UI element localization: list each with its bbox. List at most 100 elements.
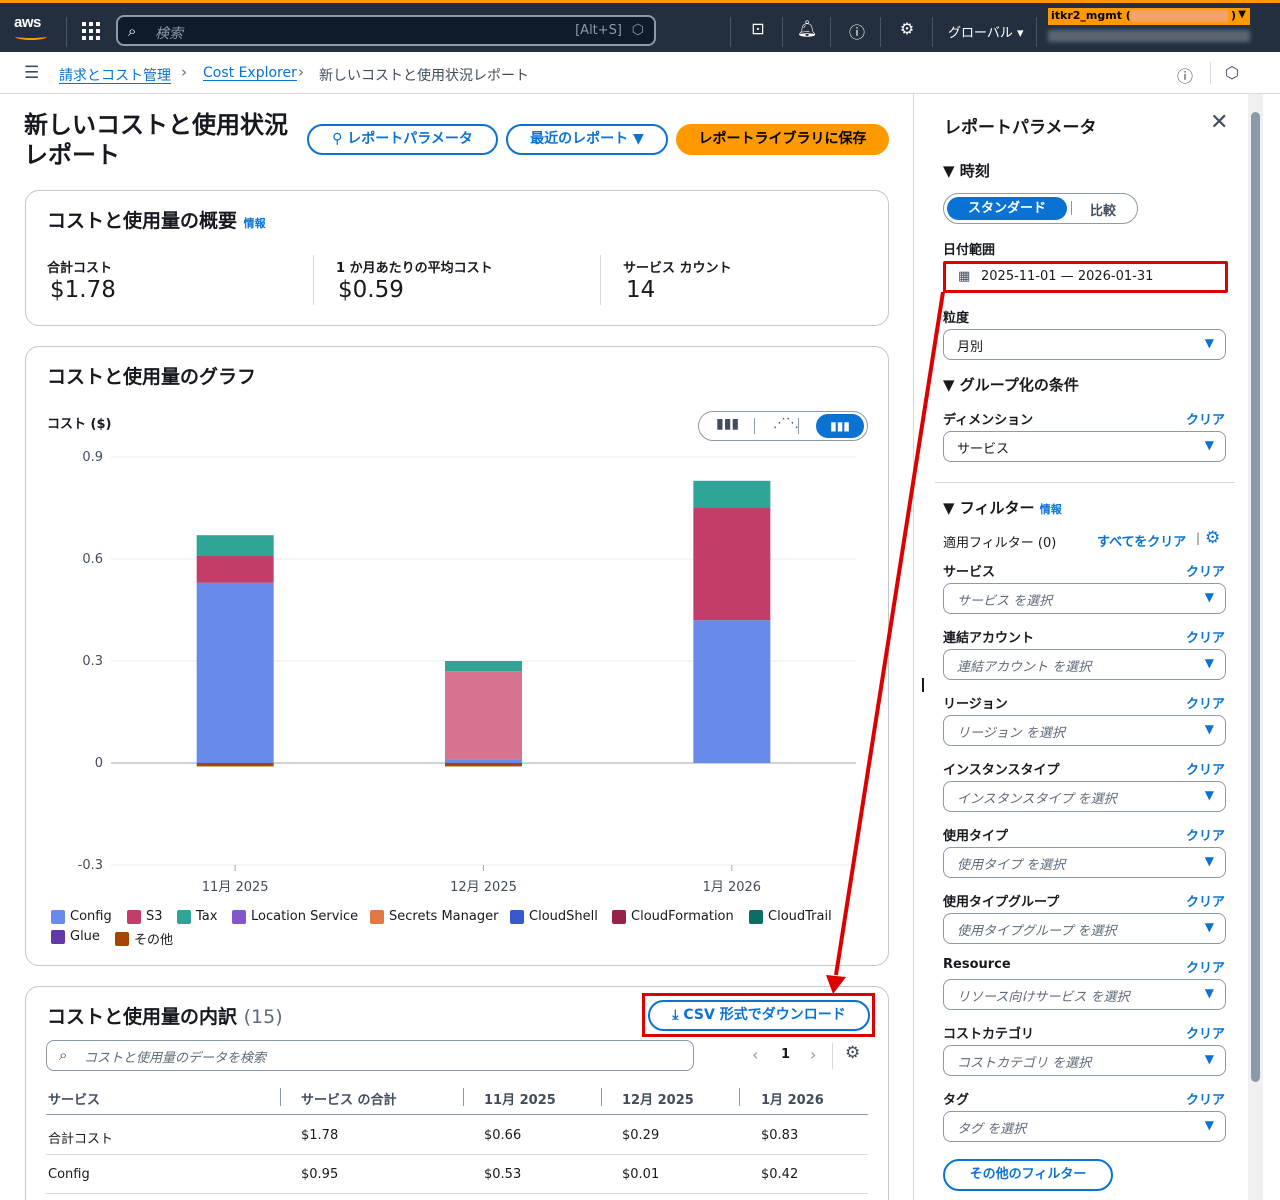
gear-icon[interactable]: ⚙ (896, 19, 918, 38)
dimension-clear-link[interactable]: クリア (1186, 409, 1225, 428)
gear-icon[interactable]: ⚙ (1205, 528, 1220, 548)
region-label: グローバル (948, 26, 1013, 41)
y-tick-label: 0.3 (82, 654, 103, 669)
filter-clear-link[interactable]: クリア (1186, 759, 1225, 778)
hamburger-menu-icon[interactable]: ☰ (24, 63, 39, 83)
granularity-select[interactable]: 月別 ▼ (943, 329, 1226, 360)
aws-logo[interactable]: aws (14, 14, 41, 31)
legend-swatch (370, 909, 384, 924)
bar-segment[interactable] (196, 555, 274, 583)
account-menu[interactable]: itkr2_mgmt ( ) ▼ (1048, 8, 1250, 25)
graph-title: コストと使用量のグラフ (47, 366, 257, 388)
legend-item[interactable]: Config (51, 909, 112, 924)
legend-item[interactable]: CloudTrail (749, 909, 832, 924)
close-icon[interactable]: ✕ (1210, 110, 1228, 135)
legend-item[interactable]: CloudShell (510, 909, 598, 924)
filter-select[interactable]: コストカテゴリ を選択 ▼ (943, 1045, 1226, 1076)
info-circle-icon[interactable]: ⓘ (1177, 63, 1193, 87)
legend-item[interactable]: Glue (51, 929, 100, 944)
filter-clear-link[interactable]: クリア (1186, 957, 1225, 976)
col-service[interactable]: サービス (48, 1089, 100, 1108)
scrollbar-thumb[interactable] (1251, 112, 1260, 1082)
filter-clear-link[interactable]: クリア (1186, 825, 1225, 844)
date-range-input[interactable]: ▦ 2025-11-01 — 2026-01-31 (943, 261, 1228, 293)
help-icon[interactable]: ⓘ (846, 19, 868, 43)
bar-segment[interactable] (445, 661, 522, 672)
legend-item[interactable]: CloudFormation (612, 909, 734, 924)
breadcrumb-cost-explorer[interactable]: Cost Explorer (203, 65, 297, 81)
search-icon: ⌕ (128, 22, 137, 40)
region-selector[interactable]: グローバル ▾ (948, 22, 1024, 41)
filter-select[interactable]: 使用タイプ を選択 ▼ (943, 847, 1226, 878)
filter-select[interactable]: リージョン を選択 ▼ (943, 715, 1226, 746)
filter-clear-link[interactable]: クリア (1186, 1089, 1225, 1108)
filter-select[interactable]: サービス を選択 ▼ (943, 583, 1226, 614)
filter-select[interactable]: リソース向けサービス を選択 ▼ (943, 979, 1226, 1010)
filter-clear-link[interactable]: クリア (1186, 1023, 1225, 1042)
divider (463, 1088, 464, 1106)
filter-clear-link[interactable]: クリア (1186, 561, 1225, 580)
filter-section-toggle[interactable]: ▼ フィルター 情報 (943, 497, 1062, 518)
filter-select[interactable]: タグ を選択 ▼ (943, 1111, 1226, 1142)
bell-icon[interactable]: 🔔︎ (796, 19, 818, 38)
bar-segment[interactable] (196, 535, 274, 556)
time-section-toggle[interactable]: ▼ 時刻 (943, 160, 990, 181)
filter-clear-link[interactable]: クリア (1186, 693, 1225, 712)
legend-swatch (232, 909, 246, 924)
segment-compare[interactable]: 比較 (1090, 200, 1116, 219)
group-section-toggle[interactable]: ▼ グループ化の条件 (943, 374, 1079, 395)
save-to-library-button[interactable]: レポートライブラリに保存 (676, 124, 889, 155)
legend-item[interactable]: Tax (177, 909, 217, 924)
legend-item[interactable]: Secrets Manager (370, 909, 498, 924)
bar-segment[interactable] (196, 582, 274, 763)
page-title: 新しいコストと使用状況 レポート (24, 110, 304, 170)
clear-all-link[interactable]: すべてをクリア (1097, 531, 1186, 550)
bar-segment[interactable] (445, 671, 522, 760)
legend-item[interactable]: S3 (127, 909, 163, 924)
table-search-input[interactable]: ⌕ コストと使用量のデータを検索 (46, 1040, 694, 1071)
y-tick-label: 0.9 (82, 450, 103, 465)
gear-icon[interactable]: ⚙ (845, 1043, 860, 1063)
bar-segment[interactable] (693, 508, 771, 621)
more-filters-button[interactable]: その他のフィルター (943, 1159, 1113, 1191)
col-nov-2025[interactable]: 11月 2025 (484, 1089, 556, 1108)
breadcrumb-billing[interactable]: 請求とコスト管理 (59, 65, 171, 85)
global-search-input[interactable]: ⌕ 検索 [Alt+S] ⬡ (116, 15, 656, 46)
redacted-account-line (1048, 30, 1250, 42)
page-number[interactable]: 1 (781, 1047, 790, 1062)
date-range-value: 2025-11-01 — 2026-01-31 (981, 269, 1154, 284)
recent-reports-button[interactable]: 最近のレポート ▼ (506, 124, 668, 155)
search-shortcut: [Alt+S] (575, 23, 622, 38)
legend-label: S3 (146, 909, 163, 924)
dimension-select[interactable]: サービス ▼ (943, 431, 1226, 462)
report-params-button[interactable]: ⚲ レポートパラメータ (307, 124, 498, 155)
filter-clear-link[interactable]: クリア (1186, 627, 1225, 646)
bar-segment[interactable] (693, 620, 771, 763)
chevron-right-icon[interactable]: › (810, 1045, 816, 1064)
service-count-value: 14 (626, 277, 656, 303)
col-jan-2026[interactable]: 1月 2026 (761, 1089, 824, 1108)
bar-segment[interactable] (445, 763, 522, 767)
col-dec-2025[interactable]: 12月 2025 (622, 1089, 694, 1108)
chevron-left-icon[interactable]: ‹ (752, 1045, 758, 1064)
legend-item[interactable]: その他 (115, 929, 173, 948)
cloudshell-icon[interactable]: ⊡ (747, 19, 769, 38)
grid-icon[interactable] (82, 22, 100, 40)
bar-segment[interactable] (445, 759, 522, 763)
summary-info-link[interactable]: 情報 (244, 217, 266, 230)
filter-select[interactable]: 使用タイプグループ を選択 ▼ (943, 913, 1226, 944)
filter-select[interactable]: 連結アカウント を選択 ▼ (943, 649, 1226, 680)
filter-select[interactable]: インスタンスタイプ を選択 ▼ (943, 781, 1226, 812)
x-tick-label: 1月 2026 (703, 880, 762, 895)
filter-info-link[interactable]: 情報 (1040, 503, 1062, 516)
caret-down-icon: ▼ (1204, 336, 1214, 350)
x-tick-label: 12月 2025 (450, 880, 517, 895)
bar-segment[interactable] (196, 763, 274, 767)
hexagon-icon[interactable]: ⬡ (1225, 63, 1239, 82)
legend-item[interactable]: Location Service (232, 909, 358, 924)
segment-standard[interactable]: スタンダード (947, 197, 1067, 220)
bar-segment[interactable] (693, 480, 771, 508)
col-service-total[interactable]: サービス の合計 (301, 1089, 397, 1108)
filter-clear-link[interactable]: クリア (1186, 891, 1225, 910)
service-count-label: サービス カウント (623, 261, 732, 276)
